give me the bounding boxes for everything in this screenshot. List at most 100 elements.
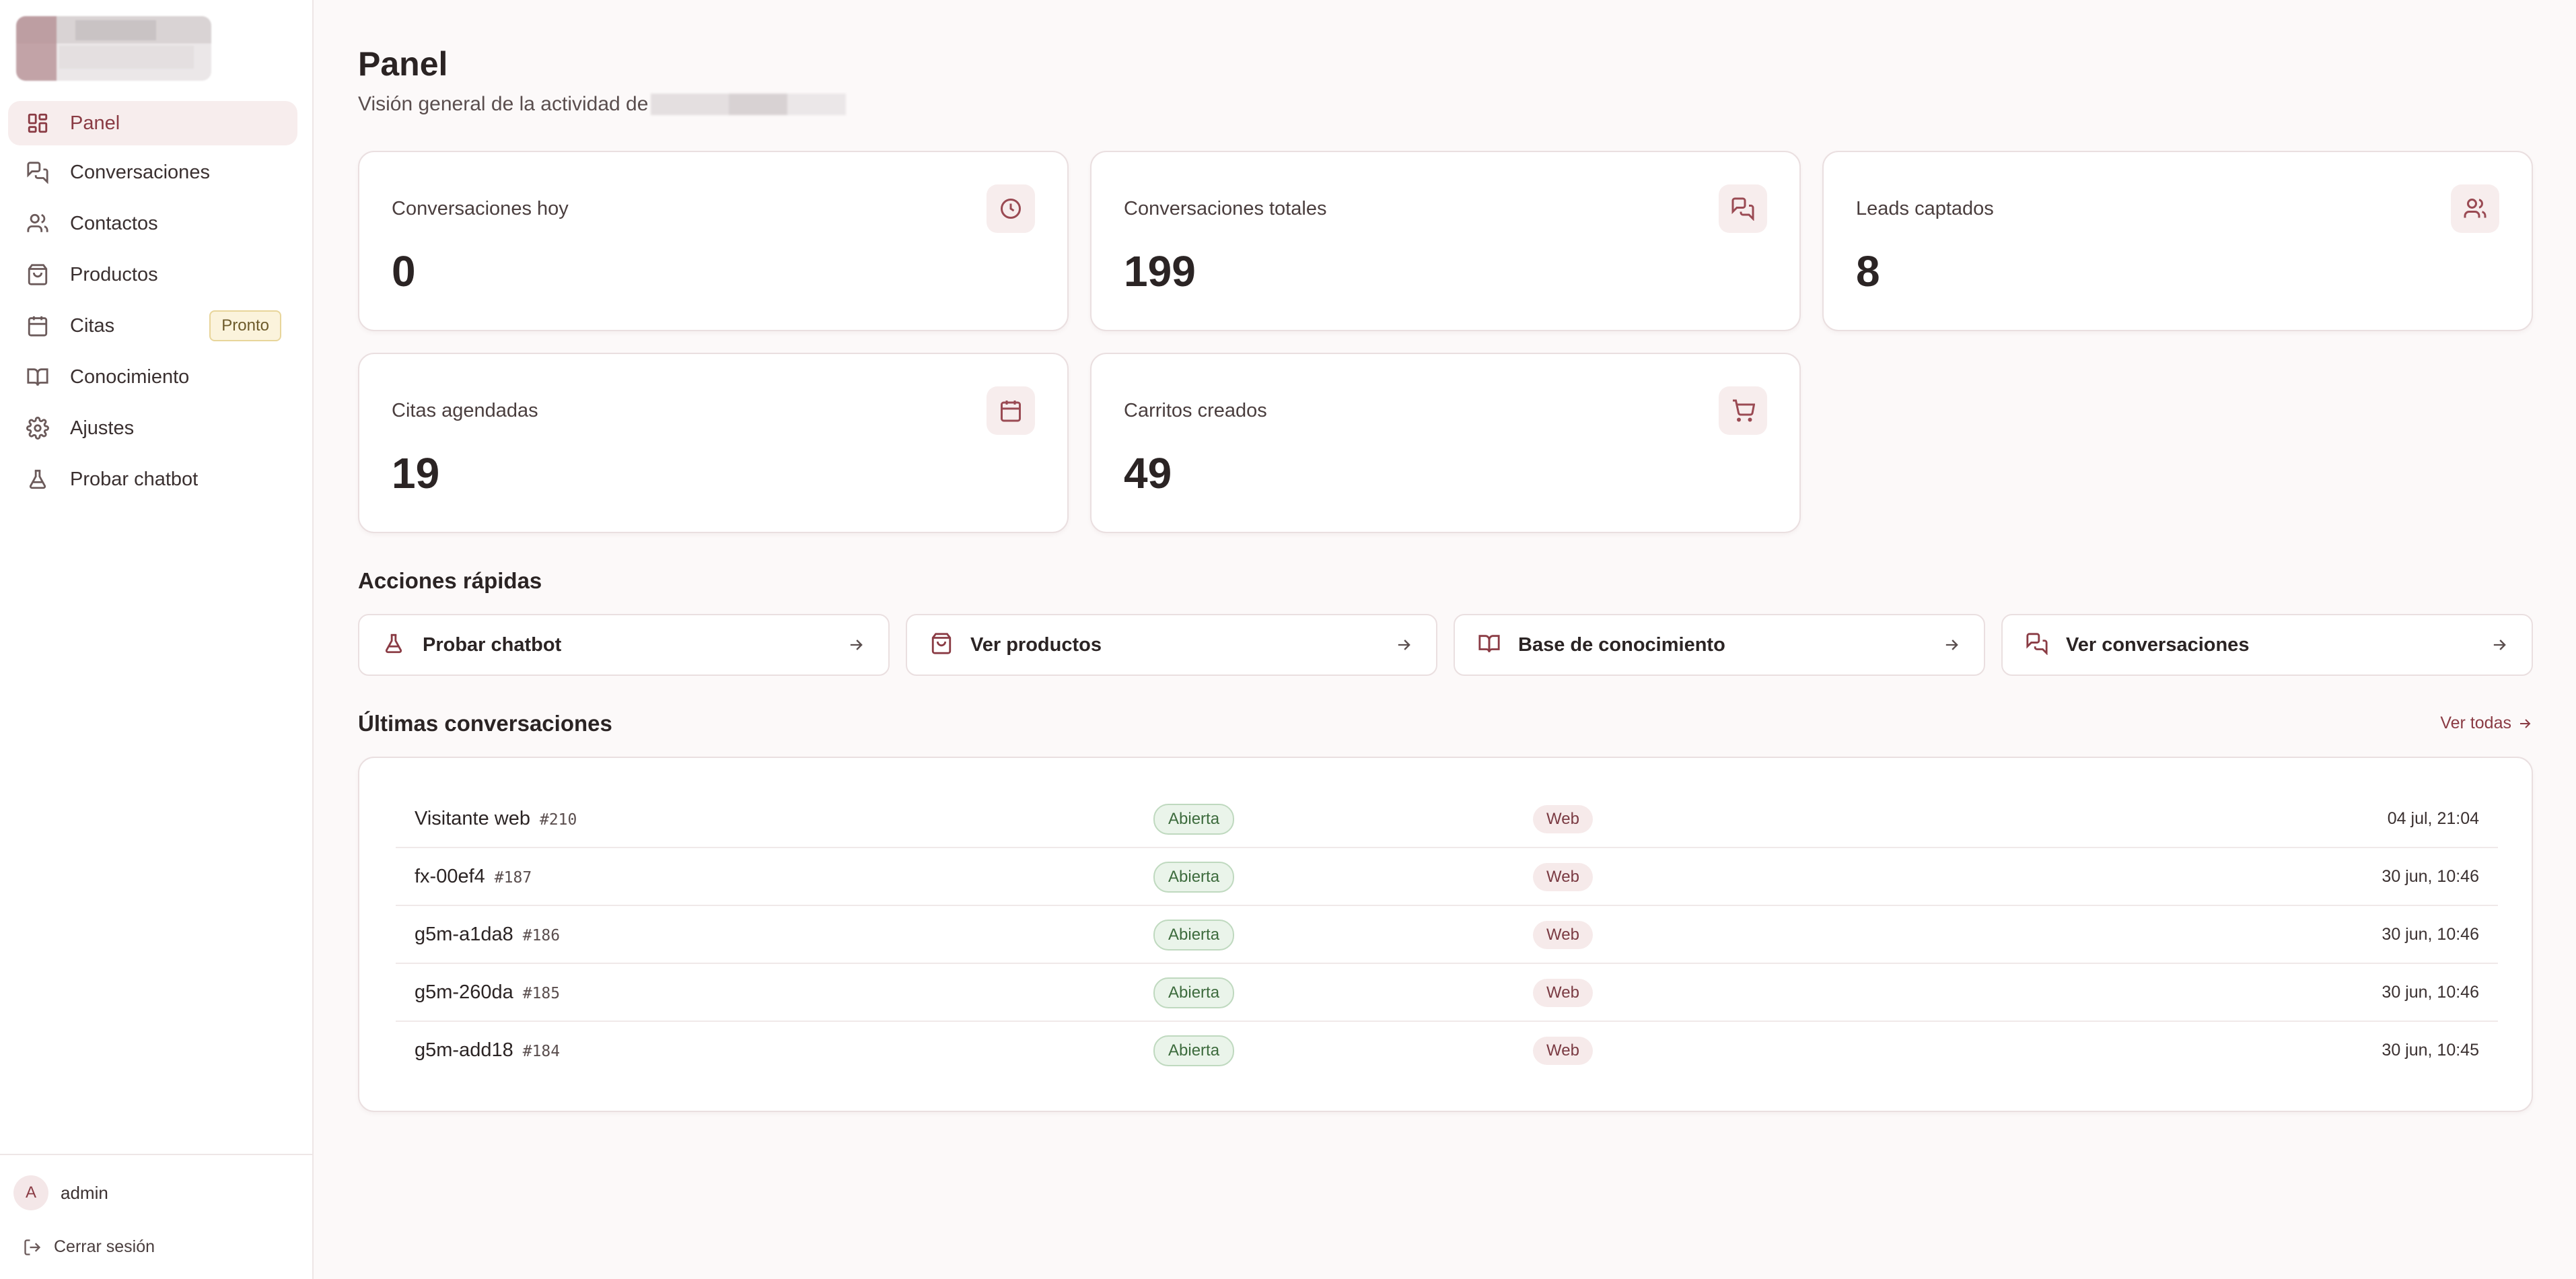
conversation-row[interactable]: g5m-260da #185 Abierta Web 30 jun, 10:46	[396, 964, 2498, 1022]
stat-label: Conversaciones totales	[1124, 198, 1327, 219]
sidebar-item-productos[interactable]: Productos	[8, 250, 297, 299]
stat-value: 49	[1124, 449, 1172, 497]
logout-icon	[24, 1239, 41, 1255]
sidebar-item-citas[interactable]: Citas Pronto	[8, 302, 297, 350]
sidebar-item-contactos[interactable]: Contactos	[8, 199, 297, 248]
book-icon	[24, 364, 51, 390]
status-badge: Abierta	[1153, 977, 1235, 1008]
channel-badge: Web	[1533, 921, 1593, 949]
conversation-name-wrap: g5m-a1da8 #186	[415, 924, 560, 946]
conversation-name-wrap: g5m-260da #185	[415, 981, 560, 1004]
see-all-link[interactable]: Ver todas	[2440, 714, 2533, 733]
brand-logo[interactable]	[16, 16, 211, 81]
status-badge: Abierta	[1153, 862, 1235, 893]
conversation-id: #187	[494, 869, 532, 887]
conversation-id: #185	[522, 985, 561, 1002]
sidebar-item-label: Citas	[70, 314, 115, 337]
calendar-icon	[987, 386, 1035, 435]
quick-actions-title: Acciones rápidas	[358, 568, 542, 593]
conversation-row[interactable]: g5m-add18 #184 Abierta Web 30 jun, 10:45	[396, 1022, 2498, 1080]
conversation-row[interactable]: Visitante web #210 Abierta Web 04 jul, 21…	[396, 790, 2498, 848]
users-icon	[2451, 184, 2499, 233]
conversation-name: g5m-a1da8	[415, 924, 513, 945]
page-subtitle: Visión general de la actividad de	[358, 93, 847, 116]
chat-icon	[24, 159, 51, 186]
sidebar-item-label: Panel	[70, 112, 120, 134]
see-all-label: Ver todas	[2440, 714, 2511, 732]
stat-value: 0	[392, 247, 416, 296]
quick-action-base-conocimiento[interactable]: Base de conocimiento	[1454, 614, 1985, 676]
quick-action-label: Base de conocimiento	[1518, 633, 1725, 656]
conversation-name-wrap: Visitante web #210	[415, 808, 577, 830]
conversation-row[interactable]: fx-00ef4 #187 Abierta Web 30 jun, 10:46	[396, 848, 2498, 906]
conversation-name-wrap: g5m-add18 #184	[415, 1039, 560, 1062]
coming-soon-badge: Pronto	[209, 310, 281, 341]
users-icon	[24, 210, 51, 237]
gear-icon	[24, 415, 51, 442]
chat-icon	[1719, 184, 1767, 233]
conversation-row[interactable]: g5m-a1da8 #186 Abierta Web 30 jun, 10:46	[396, 906, 2498, 964]
user-name: admin	[61, 1182, 108, 1203]
stat-card-leads-captados: Leads captados 8	[1822, 151, 2533, 331]
conversation-id: #210	[539, 811, 577, 829]
flask-icon	[24, 466, 51, 493]
sidebar: Panel Conversaciones Contactos Productos…	[0, 0, 314, 1279]
conversation-name: Visitante web	[415, 808, 530, 829]
stat-value: 199	[1124, 247, 1196, 296]
sidebar-footer: A admin Cerrar sesión	[0, 1154, 312, 1279]
cart-icon	[1719, 386, 1767, 435]
conversation-name: g5m-260da	[415, 981, 513, 1003]
conversation-id: #184	[522, 1043, 561, 1060]
quick-action-ver-productos[interactable]: Ver productos	[906, 614, 1437, 676]
recent-conversations-title: Últimas conversaciones	[358, 711, 612, 736]
page-title: Panel	[358, 45, 448, 83]
stat-card-conversaciones-totales: Conversaciones totales 199	[1090, 151, 1801, 331]
logout-label: Cerrar sesión	[54, 1237, 155, 1256]
conversation-name: fx-00ef4	[415, 866, 485, 887]
sidebar-item-label: Conversaciones	[70, 161, 210, 183]
channel-badge: Web	[1533, 805, 1593, 833]
subtitle-text: Visión general de la actividad de	[358, 93, 649, 115]
shopping-bag-icon	[24, 261, 51, 288]
conversation-name-wrap: fx-00ef4 #187	[415, 866, 532, 888]
quick-action-probar-chatbot[interactable]: Probar chatbot	[358, 614, 890, 676]
flask-icon	[382, 632, 405, 658]
arrow-right-icon	[1394, 635, 1413, 658]
status-badge: Abierta	[1153, 804, 1235, 835]
quick-action-ver-conversaciones[interactable]: Ver conversaciones	[2001, 614, 2533, 676]
clock-icon	[987, 184, 1035, 233]
conversation-name: g5m-add18	[415, 1039, 513, 1061]
sidebar-item-panel[interactable]: Panel	[8, 101, 297, 145]
stat-label: Citas agendadas	[392, 400, 538, 421]
stat-card-citas-agendadas: Citas agendadas 19	[358, 353, 1069, 533]
sidebar-item-label: Productos	[70, 263, 158, 285]
sidebar-item-probar-chatbot[interactable]: Probar chatbot	[8, 455, 297, 504]
quick-action-label: Probar chatbot	[423, 633, 562, 656]
chat-icon	[2026, 632, 2048, 658]
logout-button[interactable]: Cerrar sesión	[23, 1237, 155, 1257]
avatar: A	[13, 1175, 48, 1210]
stat-label: Leads captados	[1856, 198, 1994, 219]
channel-badge: Web	[1533, 979, 1593, 1007]
stat-value: 8	[1856, 247, 1880, 296]
recent-conversations-panel: Visitante web #210 Abierta Web 04 jul, 21…	[358, 757, 2533, 1112]
stat-label: Conversaciones hoy	[392, 198, 569, 219]
conversation-time: 30 jun, 10:46	[2382, 867, 2479, 886]
channel-badge: Web	[1533, 1037, 1593, 1065]
book-icon	[1478, 632, 1501, 658]
conversation-id: #186	[522, 927, 561, 944]
sidebar-item-ajustes[interactable]: Ajustes	[8, 404, 297, 452]
status-badge: Abierta	[1153, 1035, 1235, 1066]
shopping-bag-icon	[930, 632, 953, 658]
channel-badge: Web	[1533, 863, 1593, 891]
user-menu[interactable]: A admin	[13, 1175, 108, 1210]
arrow-right-icon	[1942, 635, 1961, 658]
arrow-right-icon	[2520, 718, 2531, 728]
sidebar-item-conocimiento[interactable]: Conocimiento	[8, 353, 297, 401]
sidebar-item-conversaciones[interactable]: Conversaciones	[8, 148, 297, 197]
dashboard-icon	[24, 110, 51, 137]
quick-action-label: Ver productos	[970, 633, 1102, 656]
status-badge: Abierta	[1153, 920, 1235, 950]
conversation-time: 30 jun, 10:46	[2382, 925, 2479, 944]
stat-label: Carritos creados	[1124, 400, 1267, 421]
